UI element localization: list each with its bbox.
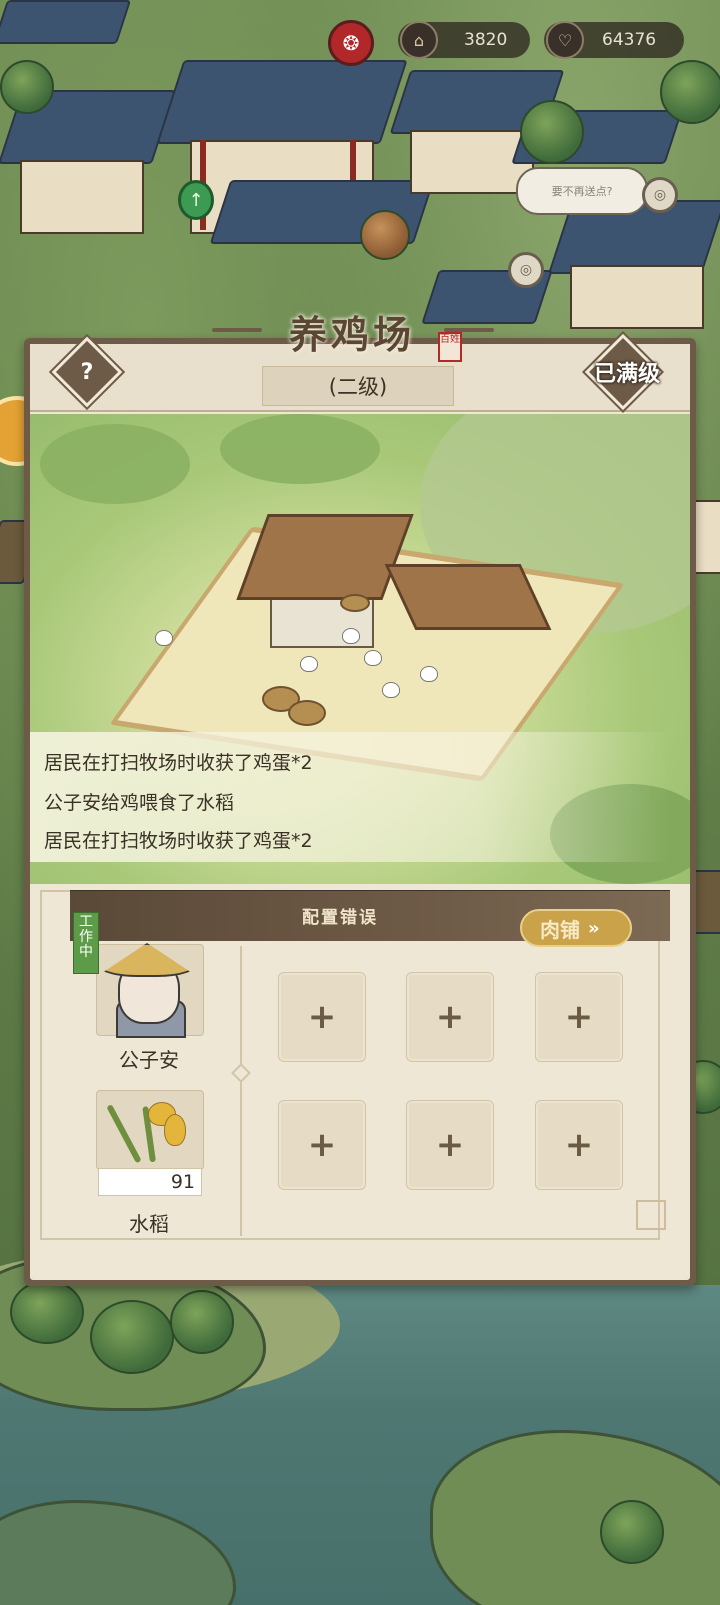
favor-value: 64376 [602,30,657,50]
island [430,1430,720,1605]
chicken [300,656,318,672]
max-level-text: 已满级 [593,362,660,387]
empty-slot-add[interactable]: + [406,972,494,1062]
coin-icon[interactable]: ◎ [508,252,544,288]
chicken [342,628,360,644]
basket [340,594,370,612]
prosperity-counter[interactable]: ⌂ 3820 [398,21,530,59]
fire-swirl-icon[interactable]: ❂ [328,20,374,66]
page-title: 养鸡场 [288,311,415,357]
bush [220,414,380,484]
tree [90,1300,174,1374]
corner-ornament [636,1200,666,1230]
upgrade-arrow-icon[interactable]: ↑ [178,180,214,220]
bush [40,424,190,504]
chicken [382,682,400,698]
column-divider [240,946,242,1236]
favor-counter[interactable]: ♡ 64376 [544,21,684,59]
bubble-text: 要不再送点? [551,185,613,198]
empty-slot-add[interactable]: + [278,972,366,1062]
chicken [364,650,382,666]
tree [600,1500,664,1564]
work-title: 配置错误 [302,908,378,928]
worker-name: 公子安 [119,1048,179,1072]
empty-slot-add[interactable]: + [535,1100,623,1190]
log-entry: 居民在打扫牧场时收获了鸡蛋*2 [44,752,313,774]
building-wall [20,160,144,234]
feed-quantity: 91 [98,1168,202,1196]
empty-slot-add[interactable]: + [278,1100,366,1190]
seal-stamp: 百姓 [438,332,462,362]
basket [288,700,326,726]
chicken [155,630,173,646]
feed-name: 水稻 [129,1212,169,1236]
pavilion-icon: ⌂ [400,21,438,59]
tree [0,60,54,114]
tree [10,1280,84,1344]
double-chevron-right-icon: » [588,917,599,939]
rice-icon [164,1114,186,1146]
building-wall [570,265,704,329]
tree [660,60,720,124]
level-label: (二级) [262,366,454,406]
title-swirl-left [212,328,262,332]
tree [170,1290,234,1354]
working-status-tag: 工作中 [73,912,99,974]
coin-icon[interactable]: ◎ [642,177,678,213]
tree [520,100,584,164]
log-entry: 公子安给鸡喂食了水稻 [44,792,235,814]
shop-button-label: 肉铺 [540,917,580,942]
building-roof [0,0,132,44]
log-entry: 居民在打扫牧场时收获了鸡蛋*2 [44,830,313,852]
chicken [420,666,438,682]
question-icon: ? [80,359,94,385]
butcher-shop-button[interactable]: 肉铺 » [520,909,632,947]
heart-icon: ♡ [546,21,584,59]
empty-slot-add[interactable]: + [535,972,623,1062]
prosperity-value: 3820 [464,30,508,50]
building-roof [156,60,408,144]
speech-bubble[interactable]: 要不再送点? [516,167,648,215]
empty-slot-add[interactable]: + [406,1100,494,1190]
autumn-tree [360,210,410,260]
